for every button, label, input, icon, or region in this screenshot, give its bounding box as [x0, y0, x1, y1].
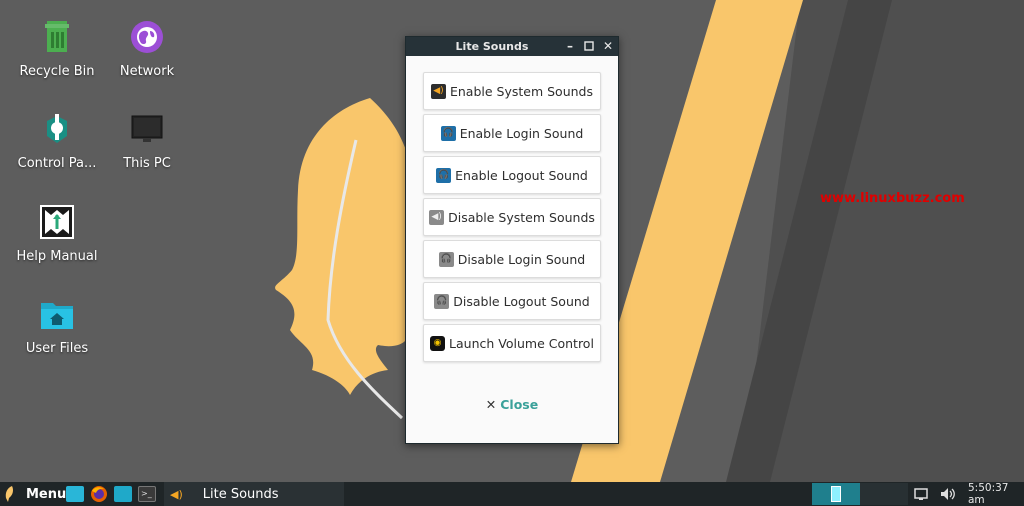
volume-tray[interactable] — [940, 482, 956, 506]
minimize-icon[interactable]: – — [563, 39, 577, 53]
quicklaunch-files[interactable] — [114, 482, 132, 506]
close-label: Close — [500, 397, 539, 412]
close-icon[interactable]: ✕ — [601, 39, 615, 53]
button-label: Disable Logout Sound — [453, 293, 590, 309]
disable-system-sounds-button[interactable]: ◀) Disable System Sounds — [423, 198, 601, 236]
control-panel-icon — [37, 110, 77, 150]
disable-logout-sound-button[interactable]: 🎧 Disable Logout Sound — [423, 282, 601, 320]
window-title: Lite Sounds — [455, 40, 529, 53]
enable-login-sound-button[interactable]: 🎧 Enable Login Sound — [423, 114, 601, 152]
taskbar: Menu >_ ◀) Lite Sounds 5:50:37 am — [0, 482, 1024, 506]
enable-logout-sound-button[interactable]: 🎧 Enable Logout Sound — [423, 156, 601, 194]
desktop-icon-control-panel[interactable]: Control Pa... — [12, 110, 102, 171]
headphones-gray-icon: 🎧 — [438, 251, 454, 267]
task-label: Lite Sounds — [202, 486, 279, 502]
file-manager-icon — [114, 486, 132, 502]
button-label: Enable System Sounds — [449, 83, 593, 99]
desktop-icon-help-manual[interactable]: Help Manual — [12, 203, 102, 264]
terminal-icon: >_ — [138, 486, 156, 502]
headphones-color-icon: 🎧 — [436, 167, 452, 183]
desktop-icon-this-pc[interactable]: This PC — [102, 110, 192, 171]
speaker-on-icon: ◀) — [430, 83, 446, 99]
clock[interactable]: 5:50:37 am — [968, 482, 1024, 506]
desktop-icon-network[interactable]: Network — [102, 18, 192, 79]
screen-icon — [914, 488, 928, 500]
desktop-icon-label: Control Pa... — [17, 156, 97, 171]
recycle-bin-icon — [37, 18, 77, 58]
launch-volume-control-button[interactable]: ◉ Launch Volume Control — [423, 324, 601, 362]
desktop-icon-label: Network — [119, 64, 175, 79]
workspace-switcher[interactable] — [812, 482, 908, 506]
watermark-text: www.linuxbuzz.com — [820, 191, 965, 206]
desktop-icon-recycle-bin[interactable]: Recycle Bin — [12, 18, 102, 79]
home-folder-icon — [37, 295, 77, 335]
monitor-icon — [127, 110, 167, 150]
disable-login-sound-button[interactable]: 🎧 Disable Login Sound — [423, 240, 601, 278]
network-globe-icon — [127, 18, 167, 58]
volume-icon — [941, 488, 955, 500]
button-label: Disable System Sounds — [448, 209, 595, 225]
button-label: Enable Logout Sound — [455, 167, 588, 183]
desktop-icon-label: User Files — [25, 341, 89, 356]
volume-control-icon: ◉ — [430, 335, 446, 351]
enable-system-sounds-button[interactable]: ◀) Enable System Sounds — [423, 72, 601, 110]
menu-button[interactable]: Menu — [4, 482, 66, 506]
feather-logo-icon — [5, 486, 13, 502]
quicklaunch-terminal[interactable]: >_ — [138, 482, 156, 506]
window-titlebar[interactable]: Lite Sounds – ✕ — [406, 37, 618, 56]
notification-tray[interactable] — [914, 482, 928, 506]
show-desktop-icon — [66, 486, 84, 502]
workspace-2[interactable] — [860, 483, 908, 505]
quicklaunch-desktop[interactable] — [66, 482, 84, 506]
close-button[interactable]: ✕ Close — [406, 397, 618, 412]
quicklaunch-firefox[interactable] — [90, 482, 108, 506]
desktop-icon-label: This PC — [123, 156, 171, 171]
speaker-off-icon: ◀) — [429, 209, 445, 225]
menu-label: Menu — [26, 486, 67, 502]
button-label: Launch Volume Control — [449, 335, 594, 351]
help-manual-icon — [37, 203, 77, 243]
speaker-on-icon: ◀) — [170, 487, 183, 501]
close-x-icon: ✕ — [485, 397, 497, 412]
workspace-1[interactable] — [812, 483, 860, 505]
headphones-color-icon: 🎧 — [440, 125, 456, 141]
desktop-icon-label: Recycle Bin — [19, 64, 95, 79]
desktop-icon-user-files[interactable]: User Files — [12, 295, 102, 356]
desktop-icon-label: Help Manual — [16, 249, 98, 264]
headphones-gray-icon: 🎧 — [434, 293, 450, 309]
maximize-icon[interactable] — [582, 39, 596, 53]
firefox-icon — [91, 486, 107, 502]
button-label: Enable Login Sound — [459, 125, 584, 141]
lite-sounds-window: Lite Sounds – ✕ ◀) Enable System Sounds … — [405, 36, 619, 444]
button-label: Disable Login Sound — [457, 251, 586, 267]
taskbar-window-lite-sounds[interactable]: ◀) Lite Sounds — [164, 482, 344, 506]
